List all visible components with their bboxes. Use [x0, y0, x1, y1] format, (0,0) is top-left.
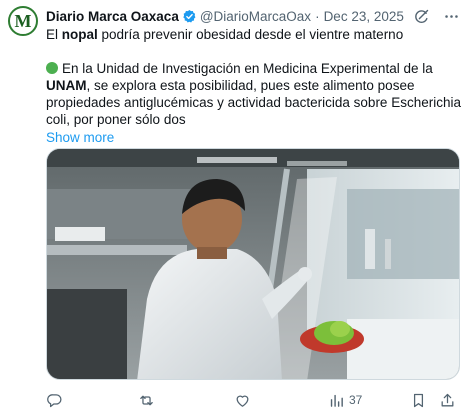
like-icon: [236, 395, 249, 407]
like-button[interactable]: [234, 392, 251, 409]
account-handle[interactable]: @DiarioMarcaOax: [200, 9, 311, 24]
post-text: El nopal podría prevenir obesidad desde …: [46, 26, 464, 146]
show-more-link[interactable]: Show more: [46, 129, 114, 146]
post-image[interactable]: [46, 148, 460, 380]
reply-icon: [47, 393, 62, 407]
action-bar: 37: [46, 390, 464, 410]
bookmark-icon: [414, 393, 424, 407]
headline-bold: nopal: [61, 27, 98, 42]
repost-icon: [140, 395, 153, 405]
headline-post: podría prevenir obesidad desde el vientr…: [97, 27, 404, 42]
bookmark-button[interactable]: [410, 392, 427, 409]
top-actions: [412, 7, 460, 25]
share-icon: [441, 393, 454, 406]
reply-button[interactable]: [46, 392, 63, 409]
post-body: En la Unidad de Investigación en Medicin…: [46, 60, 464, 128]
views-icon: [330, 394, 343, 407]
body-bold: UNAM: [46, 78, 87, 93]
avatar-letter: M: [14, 11, 32, 31]
body-post: , se explora esta posibilidad, pues este…: [46, 78, 461, 127]
green-circle-emoji-icon: [46, 62, 58, 74]
more-icon[interactable]: [442, 7, 460, 25]
lab-photo: [47, 149, 459, 379]
post-headline: El nopal podría prevenir obesidad desde …: [46, 26, 464, 43]
views-count: 37: [349, 393, 363, 407]
separator-dot: ·: [315, 8, 320, 24]
avatar[interactable]: M: [8, 6, 38, 36]
post-date[interactable]: Dec 23, 2025: [324, 9, 404, 24]
repost-button[interactable]: [138, 392, 155, 409]
share-button[interactable]: [439, 392, 456, 409]
headline-pre: El: [46, 27, 62, 42]
body-pre: En la Unidad de Investigación en Medicin…: [62, 61, 433, 76]
verified-badge-icon: [183, 9, 196, 22]
tweet[interactable]: M Diario Marca Oaxaca @DiarioMarcaOax · …: [0, 0, 470, 414]
account-name[interactable]: Diario Marca Oaxaca: [46, 9, 179, 24]
tweet-header: Diario Marca Oaxaca @DiarioMarcaOax · De…: [46, 7, 404, 25]
views-button[interactable]: 37: [328, 392, 362, 409]
grok-icon[interactable]: [412, 7, 430, 25]
